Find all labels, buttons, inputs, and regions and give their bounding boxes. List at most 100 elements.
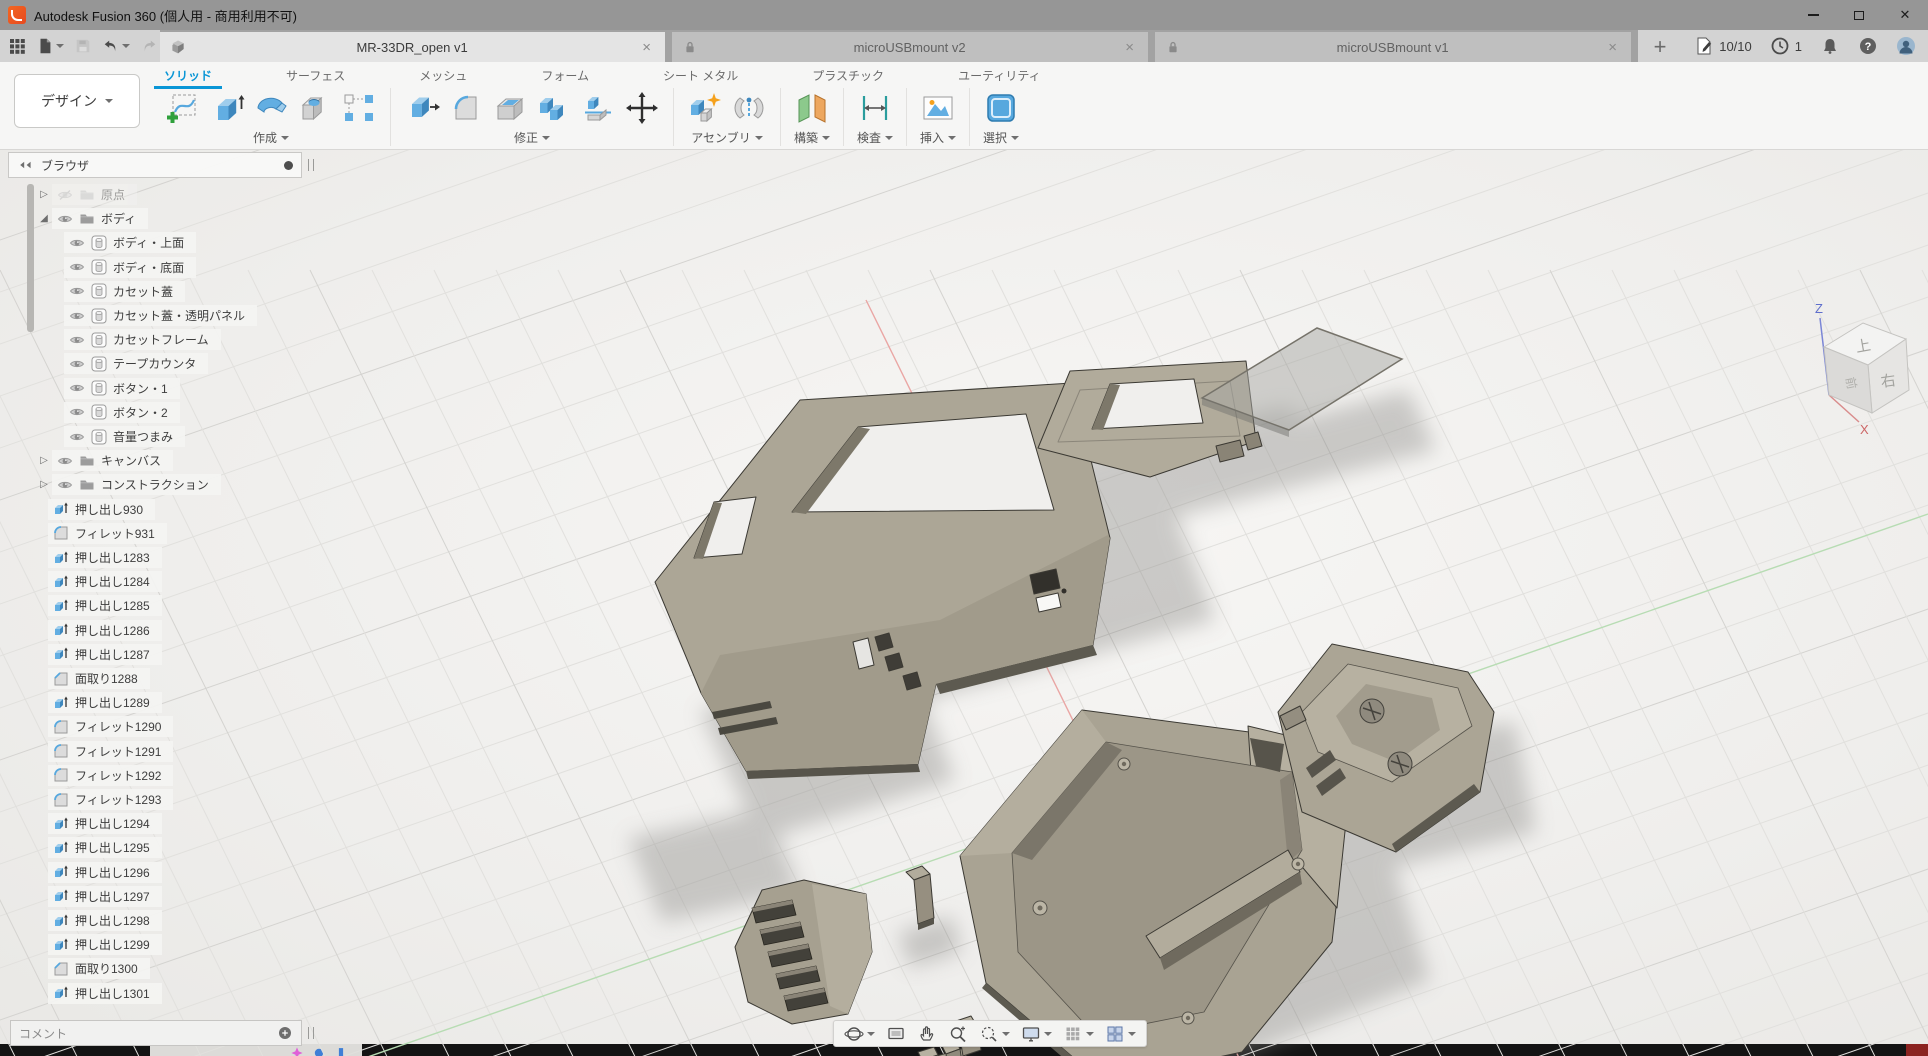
revolve-button[interactable] <box>253 91 289 125</box>
viewport-3d[interactable]: Z X 上 右 前 <box>0 150 1928 1056</box>
browser-options-dot-icon[interactable] <box>284 161 293 170</box>
browser-panel-header[interactable]: ブラウザ <box>8 152 302 178</box>
tree-row-content[interactable]: カセットフレーム <box>64 329 221 350</box>
expand-node-icon[interactable]: ▷ <box>36 455 52 466</box>
feature-row-content[interactable]: 面取り1288 <box>48 668 150 689</box>
tool-group-label[interactable]: アセンブリ <box>691 129 762 146</box>
feature-row[interactable]: 押し出し1286 <box>48 620 162 641</box>
feature-row-content[interactable]: 面取り1300 <box>48 958 150 979</box>
feature-row[interactable]: 押し出し1283 <box>48 547 162 568</box>
ribbon-tab[interactable]: プラスチック <box>808 65 888 86</box>
feature-row-content[interactable]: 押し出し1295 <box>48 837 162 858</box>
scene-svg[interactable]: Z X 上 右 前 <box>0 150 1928 1056</box>
feature-row[interactable]: フィレット1291 <box>48 741 173 762</box>
feature-row-content[interactable]: 押し出し1301 <box>48 983 162 1004</box>
browser-tree-row[interactable]: カセット蓋・透明パネル <box>64 305 257 326</box>
shell-button[interactable] <box>492 91 528 125</box>
browser-tree-row[interactable]: ボタン・2 <box>64 402 180 423</box>
browser-tree-row[interactable]: カセット蓋 <box>64 281 185 302</box>
construction-plane-button[interactable] <box>794 91 830 125</box>
move-button[interactable] <box>624 91 660 125</box>
feature-row[interactable]: 押し出し1295 <box>48 837 162 858</box>
feature-row[interactable]: フィレット931 <box>48 523 167 544</box>
ribbon-tab[interactable]: メッシュ <box>415 65 471 86</box>
file-menu-button[interactable] <box>34 35 66 57</box>
display-settings-button[interactable] <box>1021 1024 1052 1044</box>
tree-row-content[interactable]: キャンバス <box>52 450 173 471</box>
browser-tree-row[interactable]: ▷原点 <box>36 184 137 205</box>
feature-row-content[interactable]: 押し出し1297 <box>48 886 162 907</box>
browser-tree-row[interactable]: ボディ・底面 <box>64 257 196 278</box>
ribbon-tab[interactable]: ソリッド <box>160 65 216 86</box>
tree-row-content[interactable]: カセット蓋 <box>64 281 185 302</box>
feature-row-content[interactable]: 押し出し1289 <box>48 692 162 713</box>
new-tab-button[interactable]: + <box>1645 34 1675 60</box>
feature-row-content[interactable]: フィレット1292 <box>48 765 173 786</box>
tool-group-label[interactable]: 選択 <box>983 129 1019 146</box>
feature-row[interactable]: 面取り1288 <box>48 668 150 689</box>
tool-group-label[interactable]: 作成 <box>253 129 289 146</box>
save-button[interactable] <box>72 35 94 57</box>
new-component-button[interactable] <box>687 91 723 125</box>
ribbon-tab[interactable]: フォーム <box>537 65 593 86</box>
create-sketch-button[interactable] <box>165 91 201 125</box>
maximize-button[interactable] <box>1836 0 1882 30</box>
app-launcher-button[interactable] <box>6 35 28 57</box>
comment-input[interactable]: コメント <box>10 1020 302 1046</box>
pattern-button[interactable] <box>341 91 377 125</box>
feature-row[interactable]: 押し出し1284 <box>48 571 162 592</box>
feature-row-content[interactable]: 押し出し1286 <box>48 620 162 641</box>
close-button[interactable]: ✕ <box>1882 0 1928 30</box>
browser-tree-row[interactable]: カセットフレーム <box>64 329 221 350</box>
combine-button[interactable] <box>536 91 572 125</box>
feature-row[interactable]: 面取り1300 <box>48 958 150 979</box>
expand-node-icon[interactable]: ▷ <box>36 189 52 200</box>
viewcube-top-face[interactable]: 上 <box>1854 337 1872 356</box>
undo-button[interactable] <box>100 35 132 57</box>
tool-group-label[interactable]: 検査 <box>857 129 893 146</box>
tree-row-content[interactable]: カセット蓋・透明パネル <box>64 305 257 326</box>
tab-close-button[interactable]: × <box>1604 39 1621 56</box>
tree-row-content[interactable]: 原点 <box>52 184 137 205</box>
document-tab[interactable]: MR-33DR_open v1× <box>160 32 665 62</box>
feature-row[interactable]: フィレット1292 <box>48 765 173 786</box>
tree-row-content[interactable]: テープカウンタ <box>64 353 208 374</box>
browser-scrollbar[interactable] <box>27 184 34 332</box>
alerts-bell-button[interactable] <box>1820 36 1840 56</box>
feature-row[interactable]: 押し出し1285 <box>48 595 162 616</box>
tab-close-button[interactable]: × <box>638 39 655 56</box>
feature-row[interactable]: 押し出し930 <box>48 499 155 520</box>
orbit-button[interactable] <box>844 1024 875 1044</box>
feature-row[interactable]: 押し出し1296 <box>48 862 162 883</box>
tree-row-content[interactable]: ボタン・1 <box>64 378 180 399</box>
feature-row[interactable]: 押し出し1297 <box>48 886 162 907</box>
tree-row-content[interactable]: ボディ・底面 <box>64 257 196 278</box>
tree-row-content[interactable]: 音量つまみ <box>64 426 185 447</box>
document-tab[interactable]: microUSBmount v2× <box>672 32 1148 62</box>
tab-close-button[interactable]: × <box>1121 39 1138 56</box>
browser-collapse-icon[interactable] <box>17 157 33 173</box>
ribbon-tab[interactable]: サーフェス <box>282 65 349 86</box>
feature-row-content[interactable]: 押し出し1294 <box>48 813 162 834</box>
select-button[interactable] <box>983 91 1019 125</box>
feature-row-content[interactable]: フィレット931 <box>48 523 167 544</box>
tool-group-label[interactable]: 修正 <box>514 129 550 146</box>
tree-row-content[interactable]: ボディ・上面 <box>64 232 196 253</box>
comment-add-icon[interactable] <box>277 1025 293 1041</box>
grid-settings-button[interactable] <box>1063 1024 1094 1044</box>
job-status-button[interactable]: 10/10 <box>1694 36 1752 56</box>
feature-row-content[interactable]: 押し出し1298 <box>48 910 162 931</box>
extrude-button[interactable] <box>209 91 245 125</box>
browser-tree-row[interactable]: ボタン・1 <box>64 378 180 399</box>
feature-row[interactable]: 押し出し1301 <box>48 983 162 1004</box>
document-tab[interactable]: microUSBmount v1× <box>1155 32 1631 62</box>
tree-row-content[interactable]: ボディ <box>52 208 148 229</box>
look-at-button[interactable] <box>886 1024 906 1044</box>
feature-row[interactable]: フィレット1290 <box>48 716 173 737</box>
viewports-button[interactable] <box>1105 1024 1136 1044</box>
insert-canvas-button[interactable] <box>920 91 956 125</box>
feature-row-content[interactable]: 押し出し930 <box>48 499 155 520</box>
feature-row[interactable]: フィレット1293 <box>48 789 173 810</box>
tool-group-label[interactable]: 挿入 <box>920 129 956 146</box>
feature-row[interactable]: 押し出し1287 <box>48 644 162 665</box>
